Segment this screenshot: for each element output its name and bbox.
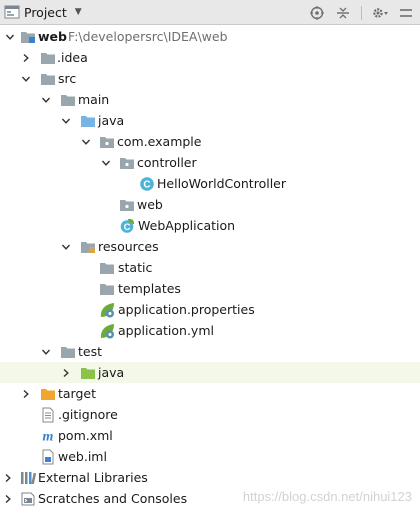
chevron-right-icon[interactable]: [2, 467, 14, 488]
tree-node-application-yml[interactable]: application.yml: [0, 320, 420, 341]
project-tool-window-header: Project ▼: [0, 0, 420, 25]
tree-label: pom.xml: [58, 428, 113, 443]
tree-node-templates[interactable]: templates: [0, 278, 420, 299]
tree-label: target: [58, 386, 97, 401]
scratches-icon: [21, 492, 35, 505]
tree-label: application.yml: [118, 323, 214, 338]
chevron-right-icon[interactable]: [60, 362, 72, 383]
svg-text:C: C: [143, 179, 150, 190]
project-icon: [4, 5, 20, 19]
tree-label: application.properties: [118, 302, 255, 317]
tree-node-pom-xml[interactable]: m pom.xml: [0, 425, 420, 446]
package-icon: [120, 199, 134, 211]
tree-label: web: [38, 29, 67, 44]
folder-icon: [100, 283, 114, 295]
chevron-down-icon[interactable]: [4, 26, 16, 47]
collapse-icon[interactable]: [335, 5, 351, 21]
tree-node-external-libraries[interactable]: External Libraries: [0, 467, 420, 488]
module-file-icon: [42, 449, 54, 464]
tree-label: com.example: [117, 134, 202, 149]
tree-label: web: [137, 197, 163, 212]
spring-boot-class-icon: C: [120, 218, 135, 233]
chevron-down-icon[interactable]: [60, 236, 72, 257]
tree-node-gitignore[interactable]: .gitignore: [0, 404, 420, 425]
library-icon: [21, 471, 36, 484]
resources-folder-icon: [81, 241, 95, 253]
hide-icon[interactable]: [398, 5, 414, 21]
locate-icon[interactable]: [309, 5, 325, 21]
chevron-right-icon[interactable]: [20, 47, 32, 68]
tree-label: web.iml: [58, 449, 107, 464]
tree-node-src[interactable]: src: [0, 68, 420, 89]
tree-node-application-properties[interactable]: application.properties: [0, 299, 420, 320]
tree-label: .gitignore: [58, 407, 118, 422]
watermark: https://blog.csdn.net/nihui123: [242, 489, 412, 504]
tree-label: main: [78, 92, 110, 107]
tree-label: Scratches and Consoles: [38, 491, 188, 506]
folder-icon: [61, 94, 75, 106]
tree-label: External Libraries: [38, 470, 148, 485]
tree-label: src: [58, 71, 77, 86]
tree-label: WebApplication: [138, 218, 236, 233]
tree-node-com-example[interactable]: com.example: [0, 131, 420, 152]
tree-node-test-java[interactable]: java: [0, 362, 420, 383]
tree-label: HelloWorldController: [157, 176, 286, 191]
tree-node-hello-world-controller[interactable]: C HelloWorldController: [0, 173, 420, 194]
tree-node-web[interactable]: web F:\developersrc\IDEA\web: [0, 26, 420, 47]
tree-label: templates: [118, 281, 181, 296]
tree-node-resources[interactable]: resources: [0, 236, 420, 257]
folder-icon: [100, 262, 114, 274]
tree-label: idea: [60, 50, 88, 65]
header-divider: [361, 5, 362, 20]
package-icon: [100, 136, 114, 148]
tree-node-java[interactable]: java: [0, 110, 420, 131]
chevron-right-icon[interactable]: [2, 488, 14, 509]
text-file-icon: [42, 407, 54, 422]
chevron-down-icon[interactable]: [20, 68, 32, 89]
svg-text:C: C: [124, 222, 131, 233]
tree-node-web-iml[interactable]: web.iml: [0, 446, 420, 467]
chevron-down-icon[interactable]: [40, 89, 52, 110]
tree-label: java: [98, 365, 125, 380]
chevron-down-icon[interactable]: [60, 110, 72, 131]
tree-node-test[interactable]: test: [0, 341, 420, 362]
tree-label: controller: [137, 155, 197, 170]
tree-label: resources: [98, 239, 159, 254]
tree-node-web-application[interactable]: C WebApplication: [0, 215, 420, 236]
tree-node-static[interactable]: static: [0, 257, 420, 278]
tree-node-web-package[interactable]: web: [0, 194, 420, 215]
spring-config-icon: [100, 323, 114, 338]
tree-node-idea[interactable]: .idea: [0, 47, 420, 68]
excluded-folder-icon: [41, 388, 55, 400]
module-path: F:\developersrc\IDEA\web: [68, 29, 228, 44]
source-folder-icon: [81, 115, 95, 127]
tree-node-main[interactable]: main: [0, 89, 420, 110]
test-source-folder-icon: [81, 367, 95, 379]
maven-icon: m: [43, 429, 54, 444]
folder-icon: [41, 52, 55, 64]
tree-node-target[interactable]: target: [0, 383, 420, 404]
module-folder-icon: [21, 31, 35, 43]
package-icon: [120, 157, 134, 169]
tree-label: java: [98, 113, 125, 128]
tree-label: test: [78, 344, 103, 359]
chevron-down-icon[interactable]: [100, 152, 112, 173]
project-view-selector[interactable]: Project ▼: [0, 0, 82, 25]
gear-icon[interactable]: [372, 5, 388, 21]
chevron-right-icon[interactable]: [20, 383, 32, 404]
folder-icon: [61, 346, 75, 358]
svg-text:m: m: [43, 429, 54, 444]
java-class-icon: C: [140, 176, 154, 191]
tree-label: static: [118, 260, 153, 275]
triangle-down-icon[interactable]: ▼: [75, 7, 82, 17]
chevron-down-icon[interactable]: [80, 131, 92, 152]
spring-config-icon: [100, 302, 114, 317]
tree-node-controller[interactable]: controller: [0, 152, 420, 173]
chevron-down-icon[interactable]: [40, 341, 52, 362]
folder-icon: [41, 73, 55, 85]
project-view-title: Project: [24, 4, 67, 20]
